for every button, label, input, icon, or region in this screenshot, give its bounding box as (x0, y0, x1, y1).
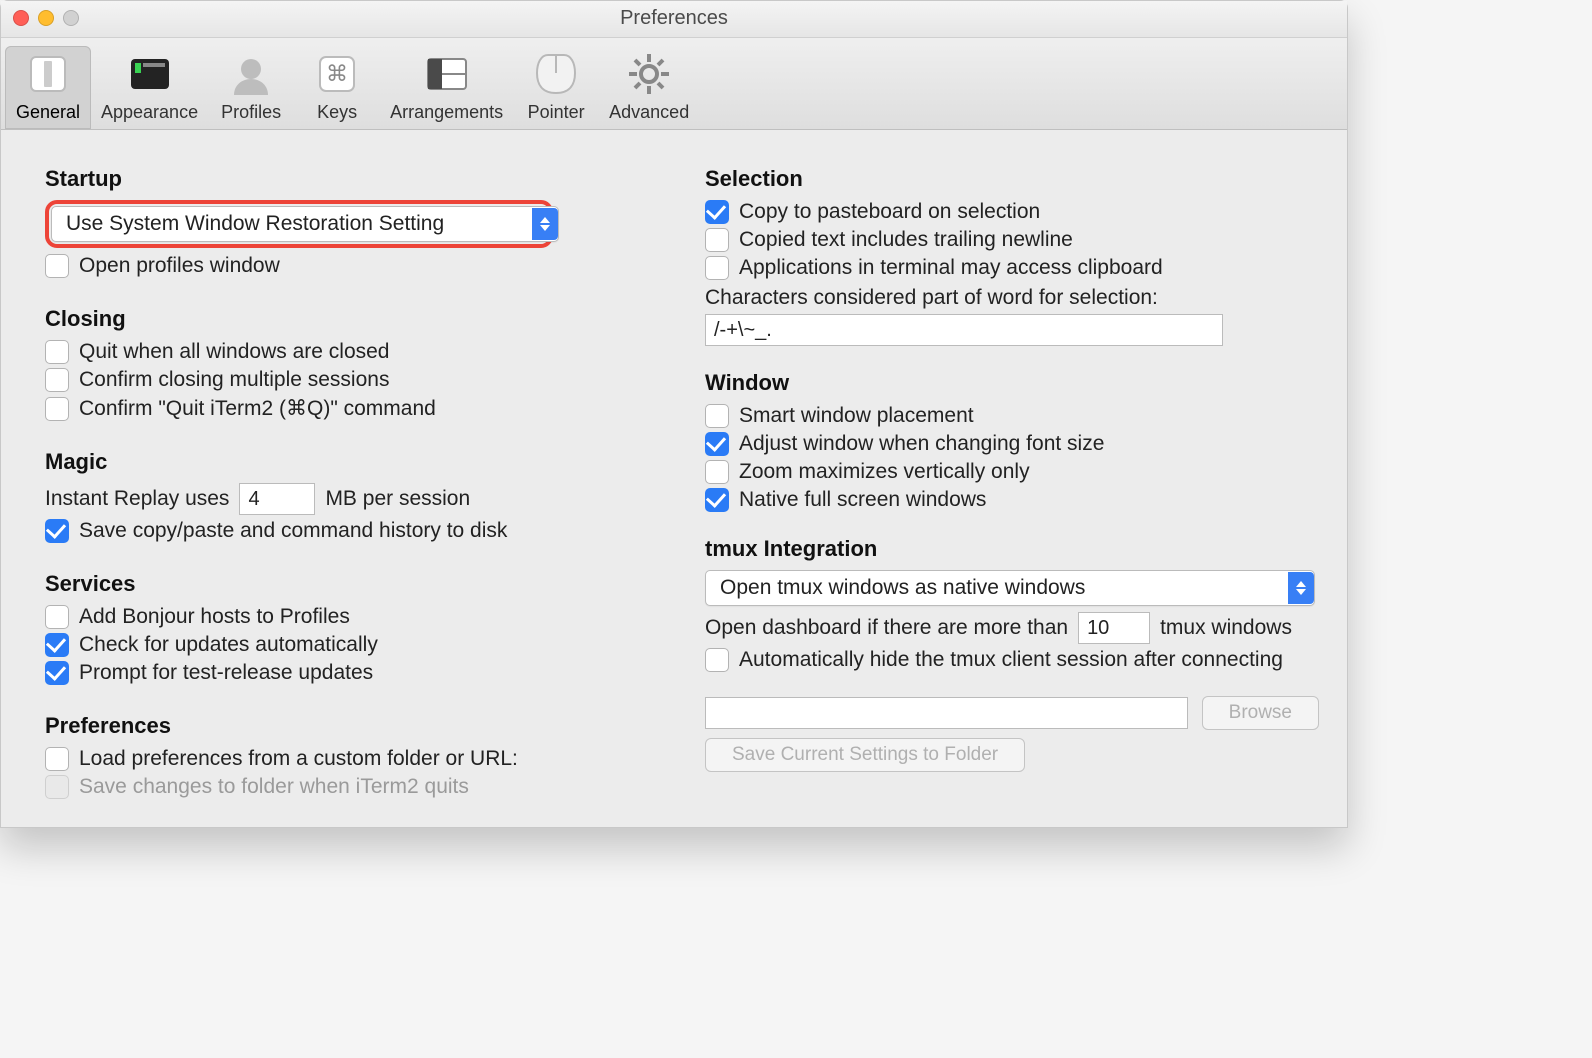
toolbar-tab-advanced[interactable]: Advanced (599, 46, 699, 129)
toolbar-tab-label: Keys (304, 102, 370, 123)
tmux-autohide-label: Automatically hide the tmux client sessi… (739, 648, 1283, 672)
window-title: Preferences (1, 7, 1347, 30)
trailing-newline-label: Copied text includes trailing newline (739, 228, 1073, 252)
toolbar-tab-appearance[interactable]: Appearance (91, 46, 208, 129)
apps-clipboard-checkbox[interactable] (705, 256, 729, 280)
tmux-heading: tmux Integration (705, 536, 1319, 562)
smart-placement-checkbox[interactable] (705, 404, 729, 428)
bonjour-label: Add Bonjour hosts to Profiles (79, 605, 350, 629)
window-heading: Window (705, 370, 1319, 396)
general-icon (24, 50, 72, 98)
tmux-dashboard-count-input[interactable] (1078, 612, 1150, 644)
toolbar-tab-keys[interactable]: ⌘ Keys (294, 46, 380, 129)
toolbar-tab-general[interactable]: General (5, 46, 91, 129)
titlebar: Preferences (1, 1, 1347, 38)
instant-replay-pre-label: Instant Replay uses (45, 487, 229, 511)
adjust-font-label: Adjust window when changing font size (739, 432, 1104, 456)
tmux-dashboard-pre-label: Open dashboard if there are more than (705, 616, 1068, 640)
tmux-windows-value: Open tmux windows as native windows (720, 576, 1085, 600)
closing-heading: Closing (45, 306, 659, 332)
advanced-icon (625, 50, 673, 98)
confirm-quit-checkbox[interactable] (45, 397, 69, 421)
chevron-updown-icon (532, 208, 558, 240)
keys-icon: ⌘ (313, 50, 361, 98)
preferences-heading: Preferences (45, 713, 659, 739)
test-release-checkbox[interactable] (45, 661, 69, 685)
save-settings-to-folder-button[interactable]: Save Current Settings to Folder (705, 738, 1025, 772)
quit-when-closed-checkbox[interactable] (45, 340, 69, 364)
custom-folder-path-input[interactable] (705, 697, 1188, 729)
chevron-updown-icon (1288, 572, 1314, 604)
check-updates-label: Check for updates automatically (79, 633, 378, 657)
tmux-dashboard-post-label: tmux windows (1160, 616, 1292, 640)
services-heading: Services (45, 571, 659, 597)
browse-button[interactable]: Browse (1202, 696, 1319, 730)
save-on-quit-label: Save changes to folder when iTerm2 quits (79, 775, 469, 799)
svg-text:⌘: ⌘ (326, 61, 348, 86)
tmux-autohide-checkbox[interactable] (705, 648, 729, 672)
toolbar-tab-profiles[interactable]: Profiles (208, 46, 294, 129)
highlight-box: Use System Window Restoration Setting (45, 200, 553, 248)
toolbar-tab-label: Appearance (101, 102, 198, 123)
right-column: Selection Copy to pasteboard on selectio… (675, 152, 1319, 803)
smart-placement-label: Smart window placement (739, 404, 974, 428)
toolbar-tab-label: Arrangements (390, 102, 503, 123)
zoom-vertical-label: Zoom maximizes vertically only (739, 460, 1030, 484)
adjust-font-checkbox[interactable] (705, 432, 729, 456)
toolbar-tab-arrangements[interactable]: Arrangements (380, 46, 513, 129)
left-column: Startup Use System Window Restoration Se… (45, 152, 659, 803)
apps-clipboard-label: Applications in terminal may access clip… (739, 256, 1163, 280)
startup-behavior-popup[interactable]: Use System Window Restoration Setting (51, 206, 559, 242)
copy-on-selection-checkbox[interactable] (705, 200, 729, 224)
test-release-label: Prompt for test-release updates (79, 661, 373, 685)
open-profiles-window-checkbox[interactable] (45, 254, 69, 278)
confirm-quit-label: Confirm "Quit iTerm2 (⌘Q)" command (79, 396, 436, 421)
arrangements-icon (423, 50, 471, 98)
open-profiles-window-label: Open profiles window (79, 254, 280, 278)
pointer-icon (532, 50, 580, 98)
toolbar-tab-label: General (15, 102, 81, 123)
preferences-toolbar: General Appearance Profiles ⌘ Keys Arrangemen… (1, 38, 1347, 130)
instant-replay-post-label: MB per session (325, 487, 470, 511)
confirm-multi-sessions-checkbox[interactable] (45, 368, 69, 392)
confirm-multi-sessions-label: Confirm closing multiple sessions (79, 368, 389, 392)
instant-replay-mb-input[interactable] (239, 483, 315, 515)
magic-heading: Magic (45, 449, 659, 475)
toolbar-tab-label: Advanced (609, 102, 689, 123)
copy-on-selection-label: Copy to pasteboard on selection (739, 200, 1040, 224)
toolbar-tab-pointer[interactable]: Pointer (513, 46, 599, 129)
zoom-vertical-checkbox[interactable] (705, 460, 729, 484)
selection-heading: Selection (705, 166, 1319, 192)
quit-when-closed-label: Quit when all windows are closed (79, 340, 390, 364)
bonjour-checkbox[interactable] (45, 605, 69, 629)
word-chars-input[interactable] (705, 314, 1223, 346)
preferences-window: Preferences General Appearance Profiles ⌘ Ke… (0, 0, 1348, 828)
word-chars-label: Characters considered part of word for s… (705, 286, 1158, 310)
native-fullscreen-checkbox[interactable] (705, 488, 729, 512)
save-history-label: Save copy/paste and command history to d… (79, 519, 507, 543)
load-custom-folder-checkbox[interactable] (45, 747, 69, 771)
toolbar-tab-label: Profiles (218, 102, 284, 123)
save-history-checkbox[interactable] (45, 519, 69, 543)
appearance-icon (126, 50, 174, 98)
save-on-quit-checkbox (45, 775, 69, 799)
toolbar-tab-label: Pointer (523, 102, 589, 123)
check-updates-checkbox[interactable] (45, 633, 69, 657)
profiles-icon (227, 50, 275, 98)
startup-heading: Startup (45, 166, 659, 192)
native-fullscreen-label: Native full screen windows (739, 488, 986, 512)
tmux-windows-popup[interactable]: Open tmux windows as native windows (705, 570, 1315, 606)
trailing-newline-checkbox[interactable] (705, 228, 729, 252)
startup-behavior-value: Use System Window Restoration Setting (66, 212, 444, 236)
load-custom-folder-label: Load preferences from a custom folder or… (79, 747, 518, 771)
general-pane: Startup Use System Window Restoration Se… (1, 130, 1347, 827)
